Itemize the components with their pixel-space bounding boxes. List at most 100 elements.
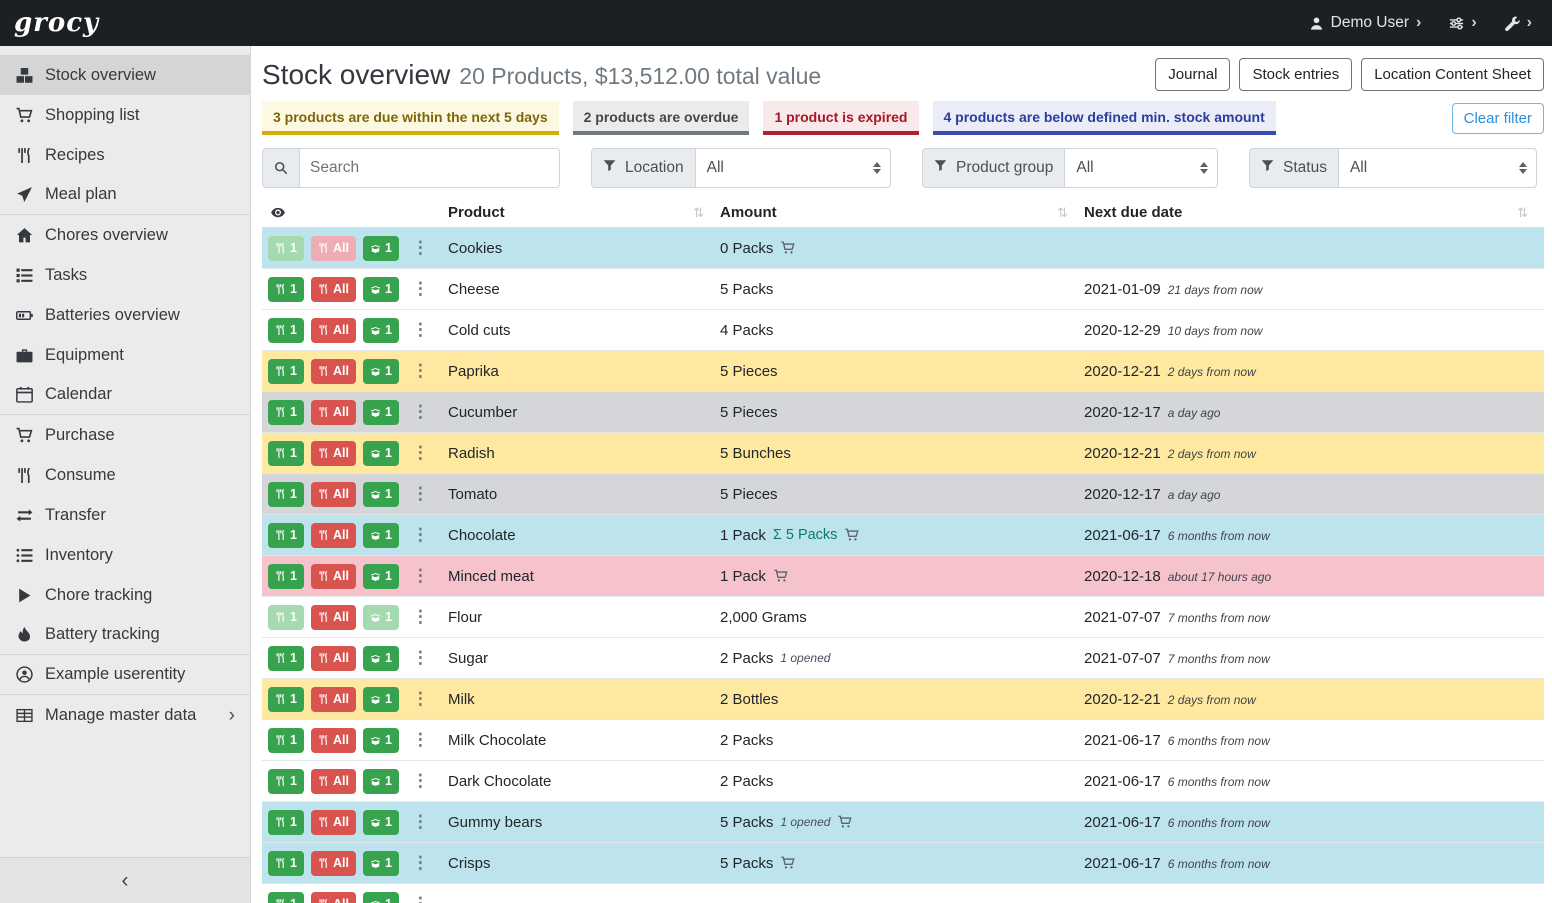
sidebar-item-equipment[interactable]: Equipment: [0, 335, 250, 375]
banner-secondary[interactable]: 2 products are overdue: [573, 101, 750, 135]
shopping-cart-icon[interactable]: [844, 528, 860, 542]
consume-one-button[interactable]: 1: [268, 769, 304, 794]
row-menu-button[interactable]: ⋮: [407, 689, 434, 709]
banner-danger[interactable]: 1 product is expired: [763, 101, 918, 135]
sidebar-item-shopping-list[interactable]: Shopping list: [0, 95, 250, 135]
open-one-button[interactable]: 1: [363, 728, 399, 753]
row-menu-button[interactable]: ⋮: [407, 812, 434, 832]
row-menu-button[interactable]: ⋮: [407, 853, 434, 873]
open-one-button[interactable]: 1: [363, 646, 399, 671]
consume-one-button[interactable]: 1: [268, 400, 304, 425]
banner-info[interactable]: 4 products are below defined min. stock …: [933, 101, 1276, 135]
consume-one-button[interactable]: 1: [268, 728, 304, 753]
sidebar-item-transfer[interactable]: Transfer: [0, 495, 250, 535]
consume-one-button[interactable]: 1: [268, 687, 304, 712]
consume-all-button[interactable]: All: [311, 359, 356, 384]
sidebar-item-inventory[interactable]: Inventory: [0, 535, 250, 575]
sidebar-item-calendar[interactable]: Calendar: [0, 375, 250, 415]
sidebar-item-consume[interactable]: Consume: [0, 455, 250, 495]
consume-all-button[interactable]: All: [311, 728, 356, 753]
consume-one-button[interactable]: 1: [268, 810, 304, 835]
shopping-cart-icon[interactable]: [780, 241, 796, 255]
sidebar-item-purchase[interactable]: Purchase: [0, 415, 250, 455]
consume-one-button[interactable]: 1: [268, 441, 304, 466]
open-one-button[interactable]: 1: [363, 236, 399, 261]
row-menu-button[interactable]: ⋮: [407, 484, 434, 504]
consume-one-button[interactable]: 1: [268, 359, 304, 384]
column-header-product[interactable]: Product⇅: [448, 204, 720, 221]
sidebar-item-batteries-overview[interactable]: Batteries overview: [0, 295, 250, 335]
row-menu-button[interactable]: ⋮: [407, 771, 434, 791]
clear-filter-button[interactable]: Clear filter: [1452, 103, 1544, 134]
sidebar-item-example-userentity[interactable]: Example userentity: [0, 655, 250, 695]
consume-all-button[interactable]: All: [311, 236, 356, 261]
row-menu-button[interactable]: ⋮: [407, 402, 434, 422]
location-select[interactable]: All: [696, 149, 890, 187]
consume-all-button[interactable]: All: [311, 400, 356, 425]
product-group-select[interactable]: All: [1065, 149, 1217, 187]
consume-one-button[interactable]: 1: [268, 277, 304, 302]
banner-warning[interactable]: 3 products are due within the next 5 day…: [262, 101, 559, 135]
consume-all-button[interactable]: All: [311, 687, 356, 712]
row-menu-button[interactable]: ⋮: [407, 648, 434, 668]
consume-all-button[interactable]: All: [311, 318, 356, 343]
admin-menu[interactable]: ›: [1505, 15, 1532, 31]
status-select[interactable]: All: [1339, 149, 1536, 187]
shopping-cart-icon[interactable]: [773, 569, 789, 583]
row-menu-button[interactable]: ⋮: [407, 730, 434, 750]
consume-all-button[interactable]: All: [311, 482, 356, 507]
open-one-button[interactable]: 1: [363, 523, 399, 548]
shopping-cart-icon[interactable]: [837, 815, 853, 829]
row-menu-button[interactable]: ⋮: [407, 443, 434, 463]
consume-one-button[interactable]: 1: [268, 851, 304, 876]
consume-all-button[interactable]: All: [311, 523, 356, 548]
stock-entries-button[interactable]: Stock entries: [1239, 58, 1352, 91]
sidebar-item-chores-overview[interactable]: Chores overview: [0, 215, 250, 255]
consume-all-button[interactable]: All: [311, 564, 356, 589]
search-input[interactable]: [300, 149, 559, 187]
consume-one-button[interactable]: 1: [268, 236, 304, 261]
open-one-button[interactable]: 1: [363, 277, 399, 302]
shopping-cart-icon[interactable]: [780, 856, 796, 870]
column-header-due-date[interactable]: Next due date⇅: [1084, 204, 1544, 221]
row-menu-button[interactable]: ⋮: [407, 607, 434, 627]
sidebar-item-stock-overview[interactable]: Stock overview: [0, 55, 250, 95]
consume-all-button[interactable]: All: [311, 892, 356, 903]
row-menu-button[interactable]: ⋮: [407, 320, 434, 340]
open-one-button[interactable]: 1: [363, 564, 399, 589]
consume-one-button[interactable]: 1: [268, 523, 304, 548]
consume-all-button[interactable]: All: [311, 646, 356, 671]
row-menu-button[interactable]: ⋮: [407, 238, 434, 258]
row-menu-button[interactable]: ⋮: [407, 894, 434, 903]
row-menu-button[interactable]: ⋮: [407, 279, 434, 299]
sidebar-item-manage-master-data[interactable]: Manage master data›: [0, 695, 250, 735]
consume-all-button[interactable]: All: [311, 277, 356, 302]
consume-one-button[interactable]: 1: [268, 564, 304, 589]
settings-menu[interactable]: ›: [1449, 15, 1476, 31]
open-one-button[interactable]: 1: [363, 318, 399, 343]
consume-all-button[interactable]: All: [311, 810, 356, 835]
open-one-button[interactable]: 1: [363, 892, 399, 903]
consume-one-button[interactable]: 1: [268, 605, 304, 630]
row-menu-button[interactable]: ⋮: [407, 361, 434, 381]
consume-one-button[interactable]: 1: [268, 482, 304, 507]
consume-all-button[interactable]: All: [311, 605, 356, 630]
open-one-button[interactable]: 1: [363, 687, 399, 712]
sidebar-item-meal-plan[interactable]: Meal plan: [0, 175, 250, 215]
open-one-button[interactable]: 1: [363, 851, 399, 876]
open-one-button[interactable]: 1: [363, 810, 399, 835]
consume-all-button[interactable]: All: [311, 851, 356, 876]
sidebar-item-chore-tracking[interactable]: Chore tracking: [0, 575, 250, 615]
sidebar-item-battery-tracking[interactable]: Battery tracking: [0, 615, 250, 655]
column-header-amount[interactable]: Amount⇅: [720, 204, 1084, 221]
consume-one-button[interactable]: 1: [268, 646, 304, 671]
journal-button[interactable]: Journal: [1155, 58, 1230, 91]
user-menu[interactable]: Demo User ›: [1309, 14, 1422, 32]
row-menu-button[interactable]: ⋮: [407, 566, 434, 586]
sidebar-item-recipes[interactable]: Recipes: [0, 135, 250, 175]
open-one-button[interactable]: 1: [363, 359, 399, 384]
open-one-button[interactable]: 1: [363, 400, 399, 425]
open-one-button[interactable]: 1: [363, 482, 399, 507]
app-logo[interactable]: grocy: [14, 8, 99, 38]
open-one-button[interactable]: 1: [363, 769, 399, 794]
